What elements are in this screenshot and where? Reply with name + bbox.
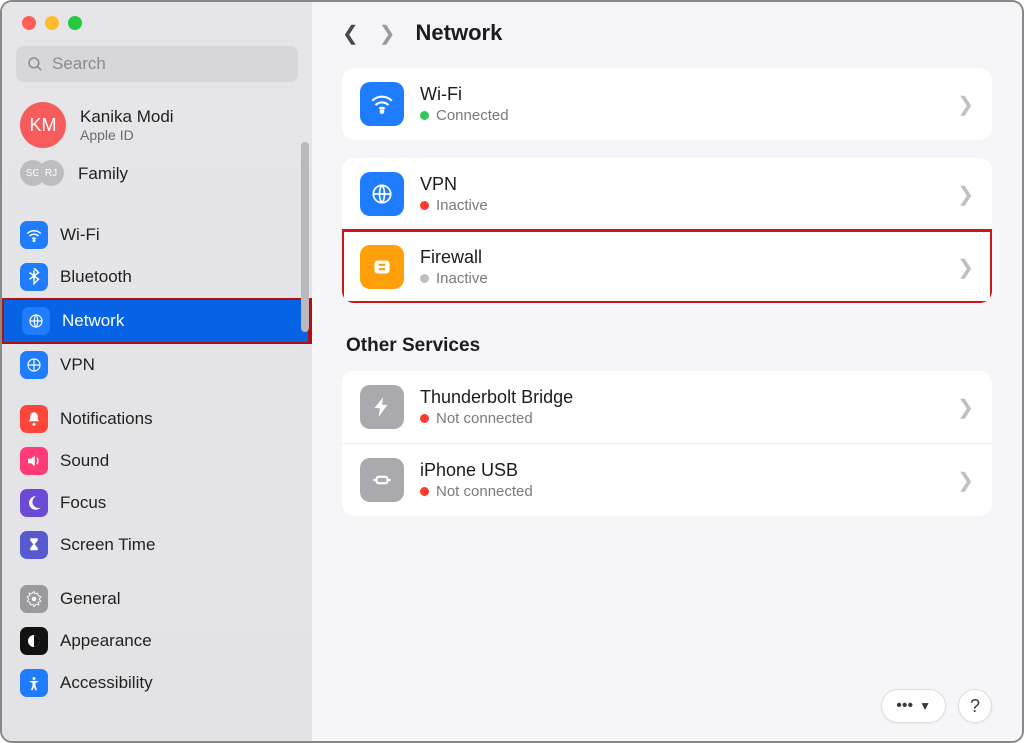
sidebar-item-general[interactable]: General [2,578,312,620]
settings-window: Search KM Kanika Modi Apple ID SG RJ Fam… [0,0,1024,743]
sidebar-item-label: Wi-Fi [60,225,100,245]
page-title: Network [416,20,503,46]
row-status: Inactive [436,197,488,214]
search-placeholder: Search [52,54,106,74]
appearance-icon [20,627,48,655]
user-text: Kanika Modi Apple ID [80,107,174,143]
speaker-icon [20,447,48,475]
sidebar-item-label: Network [62,311,124,331]
nav-back-button[interactable]: ❮ [342,21,359,46]
user-sub: Apple ID [80,127,174,143]
firewall-icon [360,245,404,289]
sidebar-item-label: General [60,589,120,609]
avatar: KM [20,102,66,148]
sidebar-item-label: Screen Time [60,535,155,555]
sidebar-item-label: Accessibility [60,673,153,693]
other-services-group: Thunderbolt Bridge Not connected ❯ iPhon… [342,371,992,516]
globe-icon [22,307,50,335]
moon-icon [20,489,48,517]
vpn-firewall-group: VPN Inactive ❯ Firewall Inactive ❯ [342,158,992,303]
gear-icon [20,585,48,613]
row-status: Connected [436,107,509,124]
sidebar-item-label: Appearance [60,631,152,651]
sidebar-item-label: Bluetooth [60,267,132,287]
row-title: Firewall [420,247,941,268]
chevron-right-icon: ❯ [957,92,974,117]
chevron-right-icon: ❯ [957,395,974,420]
sidebar-item-label: Focus [60,493,106,513]
row-wifi[interactable]: Wi-Fi Connected ❯ [342,68,992,140]
family-avatar-2: RJ [38,160,64,186]
family-avatars: SG RJ [20,160,66,188]
sidebar-item-wifi[interactable]: Wi-Fi [2,214,312,256]
status-dot-red [420,201,429,210]
status-dot-gray [420,274,429,283]
help-icon: ? [970,696,980,717]
accessibility-icon [20,669,48,697]
chevron-right-icon: ❯ [957,255,974,280]
ellipsis-icon: ••• [896,697,913,715]
search-input[interactable]: Search [16,46,298,82]
row-title: Thunderbolt Bridge [420,387,941,408]
nav-forward-button: ❯ [379,21,396,46]
sidebar-item-vpn[interactable]: VPN [2,344,312,386]
row-iphone-usb[interactable]: iPhone USB Not connected ❯ [342,443,992,516]
more-options-button[interactable]: ••• ▼ [881,689,946,723]
close-window-button[interactable] [22,16,36,30]
thunderbolt-icon [360,385,404,429]
network-services-group: Wi-Fi Connected ❯ [342,68,992,140]
wifi-icon [20,221,48,249]
row-status: Inactive [436,270,488,287]
status-dot-green [420,111,429,120]
sidebar-item-sound[interactable]: Sound [2,440,312,482]
sidebar-item-label: Sound [60,451,109,471]
window-controls [2,16,312,46]
sidebar-item-screen-time[interactable]: Screen Time [2,524,312,566]
wifi-icon [360,82,404,126]
row-vpn[interactable]: VPN Inactive ❯ [342,158,992,230]
sidebar-item-family[interactable]: SG RJ Family [2,154,312,202]
row-title: VPN [420,174,941,195]
main-header: ❮ ❯ Network [342,20,992,46]
sidebar-item-focus[interactable]: Focus [2,482,312,524]
sidebar-item-bluetooth[interactable]: Bluetooth [2,256,312,298]
search-icon [26,55,44,73]
chevron-down-icon: ▼ [919,699,931,713]
family-label: Family [78,164,128,184]
row-firewall[interactable]: Firewall Inactive ❯ [342,230,992,303]
bluetooth-icon [20,263,48,291]
row-status: Not connected [436,483,533,500]
section-other-services: Other Services [346,335,988,357]
maximize-window-button[interactable] [68,16,82,30]
row-title: Wi-Fi [420,84,941,105]
sidebar-item-apple-id[interactable]: KM Kanika Modi Apple ID [2,96,312,154]
user-name: Kanika Modi [80,107,174,127]
main-panel: ❮ ❯ Network Wi-Fi Connected ❯ VPN Inacti… [312,2,1022,741]
sidebar-item-appearance[interactable]: Appearance [2,620,312,662]
vpn-icon [20,351,48,379]
sidebar-item-network[interactable]: Network [4,300,308,342]
sidebar: Search KM Kanika Modi Apple ID SG RJ Fam… [2,2,312,741]
row-status: Not connected [436,410,533,427]
sidebar-item-notifications[interactable]: Notifications [2,398,312,440]
hourglass-icon [20,531,48,559]
status-dot-red [420,414,429,423]
sidebar-item-label: Notifications [60,409,153,429]
sidebar-scrollbar[interactable] [301,142,309,332]
row-thunderbolt-bridge[interactable]: Thunderbolt Bridge Not connected ❯ [342,371,992,443]
chevron-right-icon: ❯ [957,182,974,207]
sidebar-item-accessibility[interactable]: Accessibility [2,662,312,704]
minimize-window-button[interactable] [45,16,59,30]
bell-icon [20,405,48,433]
row-title: iPhone USB [420,460,941,481]
footer: ••• ▼ ? [342,665,992,723]
vpn-icon [360,172,404,216]
help-button[interactable]: ? [958,689,992,723]
status-dot-red [420,487,429,496]
avatar-initials: KM [30,115,57,136]
sidebar-item-label: VPN [60,355,95,375]
iphone-usb-icon [360,458,404,502]
chevron-right-icon: ❯ [957,468,974,493]
